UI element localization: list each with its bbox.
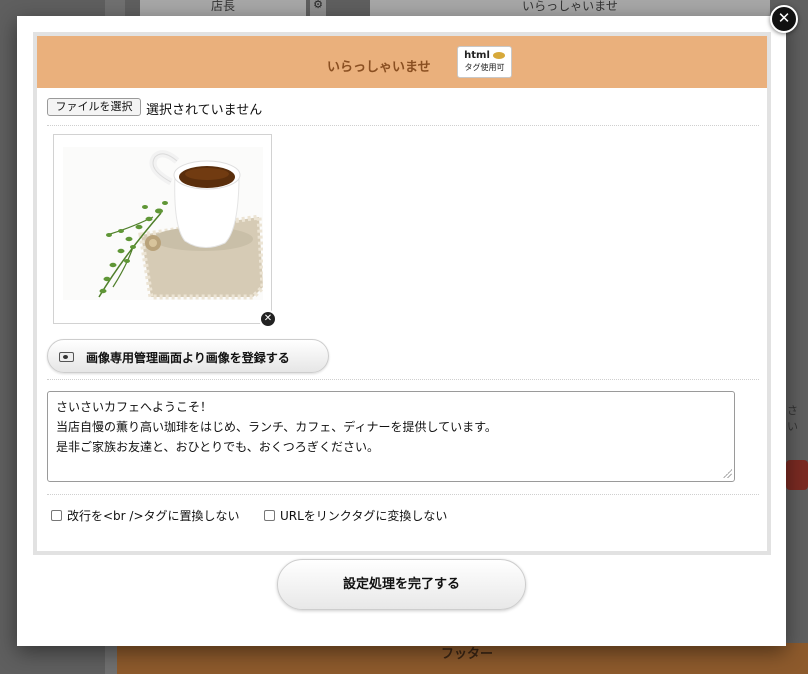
background-top-right-label: いらっしゃいませ [370,0,770,16]
choose-file-button[interactable]: ファイルを選択 [47,98,141,116]
close-icon[interactable]: ✕ [770,5,798,33]
html-badge-text: html [464,50,490,61]
panel-title: いらっしゃいませ [327,60,431,75]
register-image-button[interactable]: 画像専用管理画面より画像を登録する [47,339,329,373]
option-no-url-link-label: URLをリンクタグに変換しない [280,509,448,523]
edit-modal: いらっしゃいませ html タグ使用可 ファイルを選択 選択されていません ✕ … [17,16,786,646]
register-image-label: 画像専用管理画面より画像を登録する [86,351,290,365]
background-top-left-label: 店長 [140,0,306,16]
background-side-badge [786,460,808,490]
divider [47,379,759,380]
image-preview-frame [53,134,272,324]
checkbox-no-br-replace[interactable] [51,510,62,521]
option-no-br-replace-label: 改行を<br />タグに置換しない [67,509,240,523]
background-gear-icon: ⚙ [310,0,326,16]
panel-header: いらっしゃいませ html タグ使用可 [37,36,767,88]
file-status-text: 選択されていません [146,103,263,118]
remove-image-icon[interactable]: ✕ [259,310,277,328]
html-allowed-badge: html タグ使用可 [457,46,512,78]
editor-panel: いらっしゃいませ html タグ使用可 ファイルを選択 選択されていません ✕ … [33,32,771,555]
camera-icon [59,352,74,362]
divider [47,125,759,126]
checkbox-no-url-link[interactable] [264,510,275,521]
message-textarea[interactable]: さいさいカフェへようこそ！ 当店自慢の薫り高い珈琲をはじめ、ランチ、カフェ、ディ… [47,391,735,482]
html-badge-subtext: タグ使用可 [464,63,505,72]
resize-grip-icon[interactable] [722,468,732,478]
background-footer-label: フッター [117,643,808,674]
divider [47,494,759,495]
coffee-cup-image [63,147,263,300]
option-no-br-replace[interactable]: 改行を<br />タグに置換しない [51,507,240,524]
complete-settings-button[interactable]: 設定処理を完了する [277,559,526,610]
palette-icon [492,51,505,59]
option-no-url-link[interactable]: URLをリンクタグに変換しない [264,507,447,524]
background-side-text: さい [787,404,798,433]
